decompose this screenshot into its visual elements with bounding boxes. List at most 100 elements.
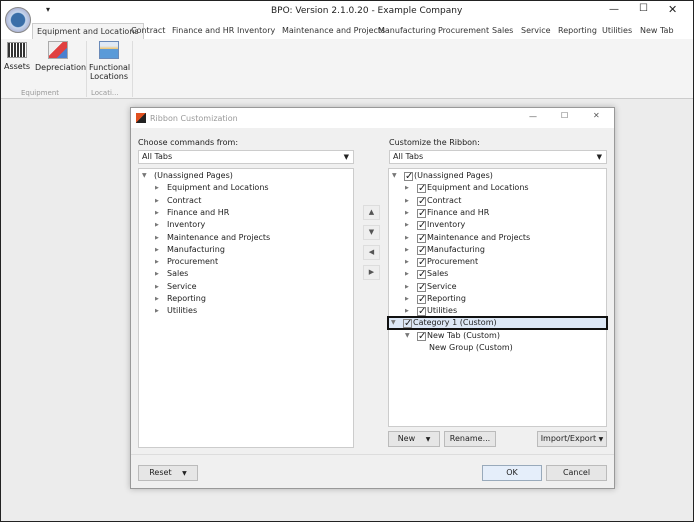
reset-button[interactable]: Reset ▼: [138, 465, 198, 481]
ok-button[interactable]: OK: [482, 465, 542, 481]
move-down-button[interactable]: ▼: [363, 225, 380, 240]
tab-maintenance-and-projects[interactable]: Maintenance and Projects: [282, 23, 385, 39]
rename-button[interactable]: Rename...: [444, 431, 496, 447]
expand-icon[interactable]: ▶: [155, 281, 159, 293]
expand-icon[interactable]: ▶: [405, 207, 409, 219]
tree-node-maintenance-and-projects[interactable]: ▶ ✓Maintenance and Projects: [389, 232, 606, 244]
tab-equipment-and-locations[interactable]: Equipment and Locations: [32, 23, 144, 39]
expand-icon[interactable]: ▶: [405, 268, 409, 280]
tree-node-custom-category[interactable]: ▼ ✓Category 1 (Custom): [387, 316, 608, 330]
dialog-minimize-button[interactable]: —: [529, 112, 537, 121]
tree-node-manufacturing[interactable]: ▶ Manufacturing: [139, 244, 353, 256]
checkbox[interactable]: ✓: [417, 245, 426, 255]
checkbox[interactable]: ✓: [417, 208, 426, 218]
expand-icon[interactable]: ▶: [155, 256, 159, 268]
expand-icon[interactable]: ▶: [405, 281, 409, 293]
expand-icon[interactable]: ▶: [155, 195, 159, 207]
expand-icon[interactable]: ▶: [155, 293, 159, 305]
remove-button[interactable]: ◀: [363, 245, 380, 260]
dialog-maximize-button[interactable]: ☐: [561, 111, 568, 120]
ribbon-tree[interactable]: ▼ ✓(Unassigned Pages) ▶ ✓Equipment and Loca…: [387, 168, 608, 427]
collapse-icon[interactable]: ▼: [405, 330, 410, 342]
checkbox[interactable]: ✓: [417, 258, 426, 268]
maximize-button[interactable]: ☐: [639, 3, 648, 14]
tab-manufacturing[interactable]: Manufacturing: [378, 23, 436, 39]
tree-node-procurement[interactable]: ▶ Procurement: [139, 256, 353, 268]
assets-button[interactable]: Assets: [4, 42, 30, 71]
checkbox[interactable]: ✓: [417, 184, 426, 194]
app-logo[interactable]: [5, 7, 31, 33]
collapse-icon[interactable]: ▼: [142, 170, 147, 182]
tree-node-utilities[interactable]: ▶ Utilities: [139, 305, 353, 317]
import-export-button[interactable]: Import/Export ▼: [537, 431, 607, 447]
tree-node-contract[interactable]: ▶ ✓Contract: [389, 195, 606, 207]
collapse-icon[interactable]: ▼: [392, 170, 397, 182]
checkbox[interactable]: ✓: [417, 331, 426, 341]
checkbox[interactable]: ✓: [404, 172, 413, 182]
tree-node-reporting[interactable]: ▶ Reporting: [139, 293, 353, 305]
expand-icon[interactable]: ▶: [155, 207, 159, 219]
checkbox[interactable]: ✓: [417, 295, 426, 305]
tab-procurement[interactable]: Procurement: [438, 23, 489, 39]
tab-utilities[interactable]: Utilities: [602, 23, 632, 39]
tab-inventory[interactable]: Inventory: [237, 23, 275, 39]
customize-ribbon-combo[interactable]: All Tabs ▼: [389, 150, 607, 164]
expand-icon[interactable]: ▶: [405, 182, 409, 194]
tree-node-procurement[interactable]: ▶ ✓Procurement: [389, 256, 606, 268]
tree-node-utilities[interactable]: ▶ ✓Utilities: [389, 305, 606, 317]
expand-icon[interactable]: ▶: [155, 219, 159, 231]
checkbox[interactable]: ✓: [417, 233, 426, 243]
expand-icon[interactable]: ▶: [405, 195, 409, 207]
tree-node-contract[interactable]: ▶ Contract: [139, 195, 353, 207]
expand-icon[interactable]: ▶: [405, 293, 409, 305]
cancel-button[interactable]: Cancel: [546, 465, 607, 481]
tab-sales[interactable]: Sales: [492, 23, 513, 39]
expand-icon[interactable]: ▶: [155, 268, 159, 280]
tree-node-inventory[interactable]: ▶ ✓Inventory: [389, 219, 606, 231]
tab-reporting[interactable]: Reporting: [558, 23, 597, 39]
tree-node-custom-group[interactable]: New Group (Custom): [389, 342, 606, 354]
tab-finance-and-hr[interactable]: Finance and HR: [172, 23, 234, 39]
minimize-button[interactable]: —: [609, 4, 619, 15]
expand-icon[interactable]: ▶: [155, 244, 159, 256]
expand-icon[interactable]: ▶: [155, 305, 159, 317]
tree-node-custom-tab[interactable]: ▼ ✓New Tab (Custom): [389, 330, 606, 342]
tree-node-finance-and-hr[interactable]: ▶ ✓Finance and HR: [389, 207, 606, 219]
tree-node-unassigned-pages[interactable]: ▼ (Unassigned Pages): [139, 170, 353, 182]
expand-icon[interactable]: ▶: [405, 244, 409, 256]
expand-icon[interactable]: ▶: [405, 256, 409, 268]
choose-commands-combo[interactable]: All Tabs ▼: [138, 150, 354, 164]
tab-service[interactable]: Service: [521, 23, 551, 39]
commands-tree[interactable]: ▼ (Unassigned Pages) ▶ Equipment and Locati…: [138, 168, 354, 448]
depreciation-button[interactable]: Depreciation: [35, 41, 86, 72]
add-button[interactable]: ▶: [363, 265, 380, 280]
tree-node-inventory[interactable]: ▶ Inventory: [139, 219, 353, 231]
collapse-icon[interactable]: ▼: [391, 317, 396, 329]
tab-new-tab[interactable]: New Tab: [640, 23, 674, 39]
tab-contract[interactable]: Contract: [131, 23, 165, 39]
checkbox[interactable]: ✓: [403, 319, 412, 329]
checkbox[interactable]: ✓: [417, 282, 426, 292]
expand-icon[interactable]: ▶: [155, 182, 159, 194]
tree-node-equipment-and-locations[interactable]: ▶ Equipment and Locations: [139, 182, 353, 194]
tree-node-maintenance-and-projects[interactable]: ▶ Maintenance and Projects: [139, 232, 353, 244]
checkbox[interactable]: ✓: [417, 221, 426, 231]
expand-icon[interactable]: ▶: [155, 232, 159, 244]
expand-icon[interactable]: ▶: [405, 219, 409, 231]
checkbox[interactable]: ✓: [417, 307, 426, 317]
tree-node-equipment-and-locations[interactable]: ▶ ✓Equipment and Locations: [389, 182, 606, 194]
tree-node-sales[interactable]: ▶ ✓Sales: [389, 268, 606, 280]
dialog-close-button[interactable]: ✕: [593, 111, 600, 120]
tree-node-manufacturing[interactable]: ▶ ✓Manufacturing: [389, 244, 606, 256]
close-button[interactable]: ✕: [668, 3, 677, 16]
tree-node-service[interactable]: ▶ ✓Service: [389, 281, 606, 293]
tree-node-unassigned-pages[interactable]: ▼ ✓(Unassigned Pages): [389, 170, 606, 182]
checkbox[interactable]: ✓: [417, 270, 426, 280]
quick-access-dropdown[interactable]: ▾: [46, 5, 50, 14]
tree-node-reporting[interactable]: ▶ ✓Reporting: [389, 293, 606, 305]
checkbox[interactable]: ✓: [417, 196, 426, 206]
tree-node-service[interactable]: ▶ Service: [139, 281, 353, 293]
tree-node-finance-and-hr[interactable]: ▶ Finance and HR: [139, 207, 353, 219]
expand-icon[interactable]: ▶: [405, 305, 409, 317]
functional-locations-button[interactable]: Functional Locations: [89, 41, 130, 81]
